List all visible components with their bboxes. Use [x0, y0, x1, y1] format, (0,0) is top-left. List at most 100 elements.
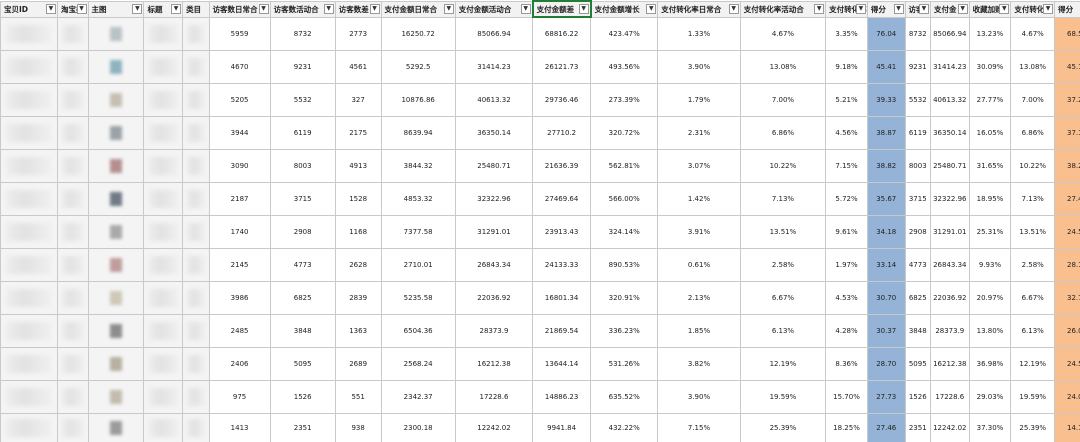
cr-diff-cell[interactable]: 5.72%	[825, 182, 868, 216]
cr-daily-cell[interactable]: 3.91%	[657, 215, 741, 249]
score2-cell[interactable]: 38.28	[1054, 149, 1080, 183]
cr2-cell[interactable]: 25.39%	[1010, 413, 1056, 442]
image-cell[interactable]	[87, 215, 145, 249]
category-cell[interactable]	[182, 347, 210, 381]
score-cell[interactable]: 30.37	[866, 314, 906, 348]
uv-daily-cell[interactable]: 2485	[208, 314, 271, 348]
pay2-cell[interactable]: 40613.32	[929, 83, 970, 117]
shop-cell[interactable]	[56, 248, 89, 282]
image-cell[interactable]	[87, 413, 145, 442]
col-header-pay-diff[interactable]: 支付金额差 ▼	[531, 0, 592, 18]
uv2-cell[interactable]: 5532	[904, 83, 931, 117]
shop-cell[interactable]	[56, 347, 89, 381]
cr-daily-cell[interactable]: 1.79%	[657, 83, 741, 117]
pay-diff-cell[interactable]: 68816.22	[532, 16, 592, 51]
cr-event-cell[interactable]: 6.13%	[739, 314, 827, 348]
fav-cell[interactable]: 18.95%	[968, 182, 1012, 216]
pay-diff-cell[interactable]: 29736.46	[532, 83, 592, 117]
filter-dropdown-icon[interactable]: ▼	[132, 3, 143, 14]
uv-daily-cell[interactable]: 3986	[208, 281, 271, 315]
category-cell[interactable]	[182, 215, 210, 249]
col-header-cr-daily[interactable]: 支付转化率日常合 ▼	[657, 0, 741, 18]
cr2-cell[interactable]: 13.08%	[1010, 50, 1056, 84]
pay-daily-cell[interactable]: 5235.58	[380, 281, 456, 315]
id-cell[interactable]	[0, 281, 58, 315]
pay-growth-cell[interactable]: 432.22%	[590, 413, 659, 442]
pay-growth-cell[interactable]: 320.91%	[590, 281, 659, 315]
cr-diff-cell[interactable]: 4.28%	[825, 314, 868, 348]
spreadsheet[interactable]: 宝贝ID ▼ 淘宝类 ▼ 主图 ▼ 标题 ▼ 类目 访客数日常合 ▼ 访客数活动合 ▼ 访客…	[0, 0, 1080, 442]
col-header-cr-diff[interactable]: 支付转化率 ▼	[825, 0, 868, 18]
image-cell[interactable]	[87, 149, 145, 183]
image-cell[interactable]	[87, 50, 145, 84]
uv-daily-cell[interactable]: 1740	[208, 215, 271, 249]
id-cell[interactable]	[0, 83, 58, 117]
cr-diff-cell[interactable]: 1.97%	[825, 248, 868, 282]
uv-daily-cell[interactable]: 2406	[208, 347, 271, 381]
pay-growth-cell[interactable]: 890.53%	[590, 248, 659, 282]
shop-cell[interactable]	[56, 182, 89, 216]
pay-daily-cell[interactable]: 3844.32	[380, 149, 456, 183]
pay-diff-cell[interactable]: 24133.33	[532, 248, 592, 282]
category-cell[interactable]	[182, 248, 210, 282]
pay-growth-cell[interactable]: 635.52%	[590, 380, 659, 414]
fav-cell[interactable]: 9.93%	[968, 248, 1012, 282]
filter-dropdown-icon[interactable]: ▼	[728, 3, 739, 14]
col-header-uv-event[interactable]: 访客数活动合 ▼	[269, 0, 336, 18]
image-cell[interactable]	[87, 380, 145, 414]
score-cell[interactable]: 38.82	[866, 149, 906, 183]
category-cell[interactable]	[182, 50, 210, 84]
uv-event-cell[interactable]: 6119	[269, 116, 336, 150]
title-cell[interactable]	[143, 413, 184, 442]
cr2-cell[interactable]: 6.86%	[1010, 116, 1056, 150]
score2-cell[interactable]: 45.16	[1054, 50, 1080, 84]
pay-growth-cell[interactable]: 320.72%	[590, 116, 659, 150]
pay-daily-cell[interactable]: 16250.72	[380, 16, 456, 51]
pay-event-cell[interactable]: 12242.02	[454, 413, 534, 442]
id-cell[interactable]	[0, 215, 58, 249]
uv2-cell[interactable]: 6119	[904, 116, 931, 150]
pay-daily-cell[interactable]: 2342.37	[380, 380, 456, 414]
uv-diff-cell[interactable]: 551	[334, 380, 382, 414]
uv-diff-cell[interactable]: 4913	[334, 149, 382, 183]
uv-diff-cell[interactable]: 1168	[334, 215, 382, 249]
cr-diff-cell[interactable]: 7.15%	[825, 149, 868, 183]
cr-daily-cell[interactable]: 1.42%	[657, 182, 741, 216]
uv-diff-cell[interactable]: 2689	[334, 347, 382, 381]
uv-daily-cell[interactable]: 5959	[208, 16, 271, 51]
title-cell[interactable]	[143, 16, 184, 51]
fav-cell[interactable]: 31.65%	[968, 149, 1012, 183]
filter-dropdown-icon[interactable]: ▼	[893, 3, 904, 14]
col-header-score2[interactable]: 得分▼	[1054, 0, 1080, 18]
pay-daily-cell[interactable]: 6504.36	[380, 314, 456, 348]
fav-cell[interactable]: 13.80%	[968, 314, 1012, 348]
filter-dropdown-icon[interactable]: ▼	[918, 3, 929, 14]
title-cell[interactable]	[143, 314, 184, 348]
pay-event-cell[interactable]: 25480.71	[454, 149, 534, 183]
pay-diff-cell[interactable]: 14886.23	[532, 380, 592, 414]
score-cell[interactable]: 27.46	[866, 413, 906, 442]
cr-event-cell[interactable]: 6.67%	[739, 281, 827, 315]
col-header-title[interactable]: 标题 ▼	[143, 0, 184, 18]
title-cell[interactable]	[143, 248, 184, 282]
cr-diff-cell[interactable]: 9.61%	[825, 215, 868, 249]
shop-cell[interactable]	[56, 149, 89, 183]
title-cell[interactable]	[143, 149, 184, 183]
fav-cell[interactable]: 27.77%	[968, 83, 1012, 117]
uv-event-cell[interactable]: 5532	[269, 83, 336, 117]
uv-daily-cell[interactable]: 1413	[208, 413, 271, 442]
uv-diff-cell[interactable]: 327	[334, 83, 382, 117]
col-header-score[interactable]: 得分 ▼	[866, 0, 906, 18]
cr-diff-cell[interactable]: 3.35%	[825, 16, 868, 51]
cr-daily-cell[interactable]: 3.82%	[657, 347, 741, 381]
pay-diff-cell[interactable]: 16801.34	[532, 281, 592, 315]
pay2-cell[interactable]: 36350.14	[929, 116, 970, 150]
cr-diff-cell[interactable]: 4.56%	[825, 116, 868, 150]
title-cell[interactable]	[143, 281, 184, 315]
score2-cell[interactable]: 68.52	[1054, 16, 1080, 51]
pay-growth-cell[interactable]: 493.56%	[590, 50, 659, 84]
pay-event-cell[interactable]: 40613.32	[454, 83, 534, 117]
cr-diff-cell[interactable]: 8.36%	[825, 347, 868, 381]
score-cell[interactable]: 34.18	[866, 215, 906, 249]
filter-dropdown-icon[interactable]: ▼	[646, 3, 657, 14]
